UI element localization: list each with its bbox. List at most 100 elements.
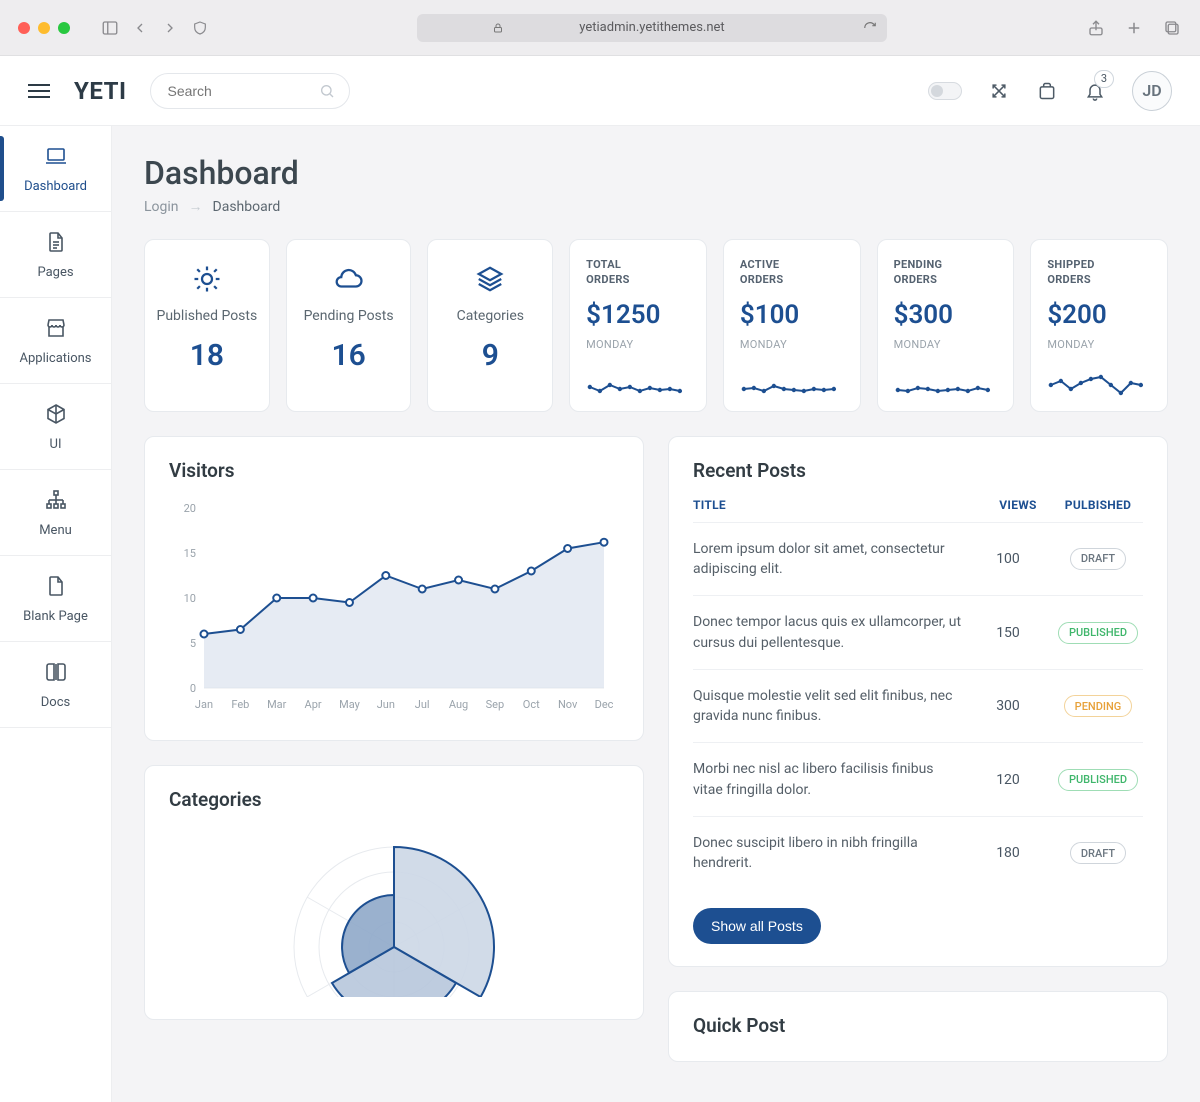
sitemap-icon: [43, 487, 69, 513]
main-content: Dashboard Login → Dashboard Published Po…: [112, 126, 1200, 1102]
fullscreen-icon[interactable]: [988, 80, 1010, 102]
breadcrumb-root[interactable]: Login: [144, 199, 179, 215]
table-header: TITLE VIEWS PULBISHED: [693, 498, 1143, 522]
app-topbar: YETI 3 JD: [0, 56, 1200, 126]
post-title[interactable]: Quisque molestie velit sed elit finibus,…: [693, 686, 963, 727]
sidebar-item-label: UI: [50, 437, 62, 452]
stat-day: MONDAY: [894, 338, 941, 351]
layers-icon: [475, 264, 505, 294]
search-icon: [319, 83, 335, 99]
svg-text:Jan: Jan: [195, 698, 213, 711]
status-badge: PUBLISHED: [1058, 622, 1138, 644]
laptop-icon: [43, 143, 69, 169]
stat-value: $200: [1047, 300, 1106, 330]
stat-shipped-orders: SHIPPEDORDERS $200 MONDAY: [1030, 239, 1168, 412]
search-field[interactable]: [150, 73, 350, 109]
cloud-icon: [334, 264, 364, 294]
post-title[interactable]: Donec tempor lacus quis ex ullamcorper, …: [693, 612, 963, 653]
svg-text:Apr: Apr: [305, 698, 322, 711]
sidebar-item-label: Docs: [41, 695, 70, 710]
apps-icon[interactable]: [1036, 80, 1058, 102]
page-icon: [43, 573, 69, 599]
status-badge: DRAFT: [1070, 842, 1126, 864]
url-bar[interactable]: yetiadmin.yetithemes.net: [417, 14, 887, 42]
menu-toggle-button[interactable]: [28, 84, 50, 98]
notifications-count: 3: [1094, 70, 1114, 88]
panel-title: Recent Posts: [693, 459, 1143, 482]
sidebar-item-menu[interactable]: Menu: [0, 470, 111, 556]
panel-title: Quick Post: [693, 1014, 1143, 1037]
sidebar-item-applications[interactable]: Applications: [0, 298, 111, 384]
post-views: 120: [973, 772, 1043, 788]
stat-day: MONDAY: [1047, 338, 1094, 351]
sparkline-icon: [894, 371, 998, 397]
sidebar-item-label: Blank Page: [23, 609, 88, 624]
book-icon: [43, 659, 69, 685]
stat-pending-orders: PENDINGORDERS $300 MONDAY: [877, 239, 1015, 412]
sidebar-item-label: Menu: [39, 523, 72, 538]
post-views: 180: [973, 845, 1043, 861]
stat-day: MONDAY: [586, 338, 633, 351]
page-title: Dashboard: [144, 154, 1168, 192]
status-badge: PENDING: [1064, 695, 1133, 717]
post-title[interactable]: Morbi nec nisl ac libero facilisis finib…: [693, 759, 963, 800]
window-maximize[interactable]: [58, 22, 70, 34]
show-all-posts-button[interactable]: Show all Posts: [693, 908, 821, 944]
sidebar-item-pages[interactable]: Pages: [0, 212, 111, 298]
col-views: VIEWS: [983, 498, 1053, 512]
panel-title: Categories: [169, 788, 619, 811]
svg-text:5: 5: [190, 637, 196, 650]
stat-label: SHIPPEDORDERS: [1047, 258, 1094, 288]
stat-day: MONDAY: [740, 338, 787, 351]
theme-toggle[interactable]: [928, 82, 962, 100]
stat-pending-posts: Pending Posts 16: [286, 239, 412, 412]
nav-back-icon[interactable]: [130, 18, 150, 38]
stat-value: 18: [190, 338, 224, 373]
sparkline-icon: [1047, 371, 1151, 397]
quick-post-panel: Quick Post: [668, 991, 1168, 1062]
svg-text:Aug: Aug: [449, 698, 468, 711]
sidebar-item-dashboard[interactable]: Dashboard: [0, 126, 111, 212]
svg-text:Nov: Nov: [558, 698, 578, 711]
table-row: Quisque molestie velit sed elit finibus,…: [693, 669, 1143, 743]
stat-value: 9: [482, 338, 499, 373]
shield-icon[interactable]: [190, 18, 210, 38]
refresh-icon[interactable]: [863, 21, 877, 35]
window-close[interactable]: [18, 22, 30, 34]
sparkline-icon: [586, 371, 690, 397]
avatar[interactable]: JD: [1132, 71, 1172, 111]
share-icon[interactable]: [1086, 18, 1106, 38]
cube-icon: [43, 401, 69, 427]
stat-active-orders: ACTIVEORDERS $100 MONDAY: [723, 239, 861, 412]
stat-value: $1250: [586, 300, 660, 330]
breadcrumb-current: Dashboard: [213, 199, 281, 215]
status-badge: PUBLISHED: [1058, 769, 1138, 791]
svg-text:Oct: Oct: [523, 698, 540, 711]
url-text: yetiadmin.yetithemes.net: [579, 20, 724, 35]
stats-row: Published Posts 18 Pending Posts 16 Cate…: [144, 239, 1168, 412]
stat-categories: Categories 9: [427, 239, 553, 412]
notifications-button[interactable]: 3: [1084, 80, 1106, 102]
sparkline-icon: [740, 371, 844, 397]
post-title[interactable]: Lorem ipsum dolor sit amet, consectetur …: [693, 539, 963, 580]
sidebar-item-ui[interactable]: UI: [0, 384, 111, 470]
stat-label: Pending Posts: [304, 308, 394, 324]
sidebar-item-label: Applications: [20, 351, 92, 366]
tabs-overview-icon[interactable]: [1162, 18, 1182, 38]
sidebar-item-blank-page[interactable]: Blank Page: [0, 556, 111, 642]
polar-chart: [274, 827, 514, 997]
post-title[interactable]: Donec suscipit libero in nibh fringilla …: [693, 833, 963, 874]
sidebar-item-docs[interactable]: Docs: [0, 642, 111, 728]
lock-icon: [492, 22, 504, 34]
stat-label: ACTIVEORDERS: [740, 258, 784, 288]
new-tab-icon[interactable]: [1124, 18, 1144, 38]
table-row: Donec tempor lacus quis ex ullamcorper, …: [693, 595, 1143, 669]
svg-text:Dec: Dec: [595, 698, 614, 711]
sidebar-toggle-icon[interactable]: [100, 18, 120, 38]
post-views: 300: [973, 698, 1043, 714]
nav-forward-icon[interactable]: [160, 18, 180, 38]
svg-text:Jul: Jul: [415, 698, 430, 711]
window-minimize[interactable]: [38, 22, 50, 34]
sidebar-item-label: Pages: [37, 265, 73, 280]
stat-value: $300: [894, 300, 953, 330]
